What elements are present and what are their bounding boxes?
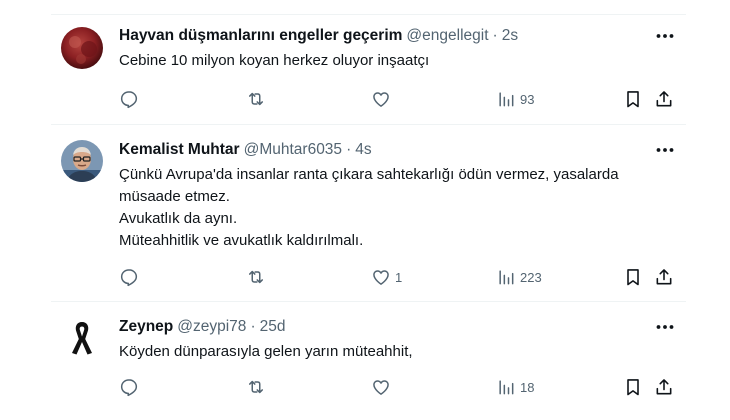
- more-horizontal-icon[interactable]: [654, 141, 676, 159]
- views-chart-icon: [499, 380, 514, 395]
- like-button[interactable]: [371, 88, 395, 110]
- views-button[interactable]: 18: [496, 376, 534, 398]
- user-handle[interactable]: @engellegit: [406, 27, 488, 45]
- tweet-header: Zeynep @zeypi78 · 25d: [119, 317, 285, 337]
- tweet-text-line: Cebine 10 milyon koyan herkez oluyor inş…: [119, 52, 430, 69]
- display-name[interactable]: Zeynep: [119, 318, 173, 336]
- share-icon: [656, 91, 672, 107]
- share-button[interactable]: [654, 88, 674, 110]
- reply-icon: [120, 379, 138, 397]
- tweet-text: Çünkü Avrupa'da insanlar ranta çıkara sa…: [119, 164, 674, 252]
- separator-dot: ·: [250, 318, 256, 335]
- tweet-3[interactable]: Zeynep @zeypi78 · 25d Köyden dünparasıyl…: [51, 317, 686, 420]
- views-button[interactable]: 223: [496, 266, 542, 288]
- tweet-actions: 18: [119, 376, 686, 398]
- display-name[interactable]: Hayvan düşmanlarını engeller geçerim: [119, 27, 402, 45]
- retweet-button[interactable]: [246, 88, 266, 110]
- avatar[interactable]: [61, 27, 103, 69]
- black-ribbon-avatar: [61, 317, 103, 359]
- heart-icon: [373, 92, 389, 107]
- bookmark-icon: [627, 91, 639, 108]
- more-horizontal-icon[interactable]: [654, 318, 676, 336]
- view-count: 223: [520, 269, 542, 285]
- avatar[interactable]: [61, 317, 103, 359]
- avatar[interactable]: [61, 140, 103, 182]
- tweet-1[interactable]: Hayvan düşmanlarını engeller geçerim @en…: [51, 26, 686, 124]
- separator-dot: ·: [346, 141, 352, 158]
- timeline-feed: Hayvan düşmanlarını engeller geçerim @en…: [51, 0, 686, 420]
- retweet-icon: [249, 380, 263, 394]
- more-horizontal-icon[interactable]: [654, 27, 676, 45]
- bookmark-button[interactable]: [623, 88, 643, 110]
- user-handle[interactable]: @Muhtar6035: [244, 141, 342, 159]
- timestamp[interactable]: 2s: [502, 27, 518, 45]
- reply-button[interactable]: [119, 88, 139, 110]
- tweet-text-line: Avukatlık da aynı.: [119, 210, 238, 227]
- divider: [51, 14, 686, 15]
- retweet-button[interactable]: [246, 266, 266, 288]
- tweet-text-line: müsaade etmez.: [119, 188, 230, 205]
- share-icon: [656, 269, 672, 285]
- red-texture-avatar: [61, 27, 103, 69]
- bookmark-button[interactable]: [623, 266, 643, 288]
- timestamp[interactable]: 25d: [260, 318, 286, 336]
- views-chart-icon: [499, 92, 514, 107]
- tweet-text: Köyden dünparasıyla gelen yarın müteahhi…: [119, 341, 674, 363]
- tweet-text-line: Köyden dünparasıyla gelen yarın müteahhi…: [119, 343, 413, 360]
- bookmark-button[interactable]: [623, 376, 643, 398]
- like-button[interactable]: [371, 376, 395, 398]
- tweet-actions: 93: [119, 88, 686, 110]
- man-with-glasses-avatar: [61, 140, 103, 182]
- view-count: 93: [520, 91, 535, 107]
- user-handle[interactable]: @zeypi78: [177, 318, 246, 336]
- retweet-button[interactable]: [246, 376, 266, 398]
- retweet-icon: [249, 92, 263, 106]
- heart-icon: [373, 270, 389, 285]
- tweet-text-line: Müteahhitlik ve avukatlık kaldırılmalı.: [119, 232, 364, 249]
- heart-icon: [373, 380, 389, 395]
- reply-button[interactable]: [119, 376, 139, 398]
- view-count: 18: [520, 379, 535, 395]
- tweet-header: Hayvan düşmanlarını engeller geçerim @en…: [119, 26, 518, 46]
- retweet-icon: [249, 270, 263, 284]
- reply-icon: [120, 269, 138, 287]
- views-button[interactable]: 93: [496, 88, 534, 110]
- like-count: 1: [395, 269, 403, 285]
- like-button[interactable]: 1: [371, 266, 402, 288]
- tweet-header: Kemalist Muhtar @Muhtar6035 · 4s: [119, 140, 372, 160]
- reply-button[interactable]: [119, 266, 139, 288]
- tweet-text-line: Çünkü Avrupa'da insanlar ranta çıkara sa…: [119, 166, 619, 183]
- share-icon: [656, 379, 672, 395]
- tweet-2[interactable]: Kemalist Muhtar @Muhtar6035 · 4s Çünkü A…: [51, 140, 686, 300]
- display-name[interactable]: Kemalist Muhtar: [119, 141, 240, 159]
- reply-icon: [120, 91, 138, 109]
- bookmark-icon: [627, 379, 639, 396]
- share-button[interactable]: [654, 266, 674, 288]
- tweet-actions: 1 223: [119, 266, 686, 288]
- divider: [51, 124, 686, 125]
- bookmark-icon: [627, 269, 639, 286]
- timestamp[interactable]: 4s: [355, 141, 371, 159]
- views-chart-icon: [499, 270, 514, 285]
- divider: [51, 301, 686, 302]
- separator-dot: ·: [492, 27, 498, 44]
- tweet-text: Cebine 10 milyon koyan herkez oluyor inş…: [119, 50, 674, 72]
- share-button[interactable]: [654, 376, 674, 398]
